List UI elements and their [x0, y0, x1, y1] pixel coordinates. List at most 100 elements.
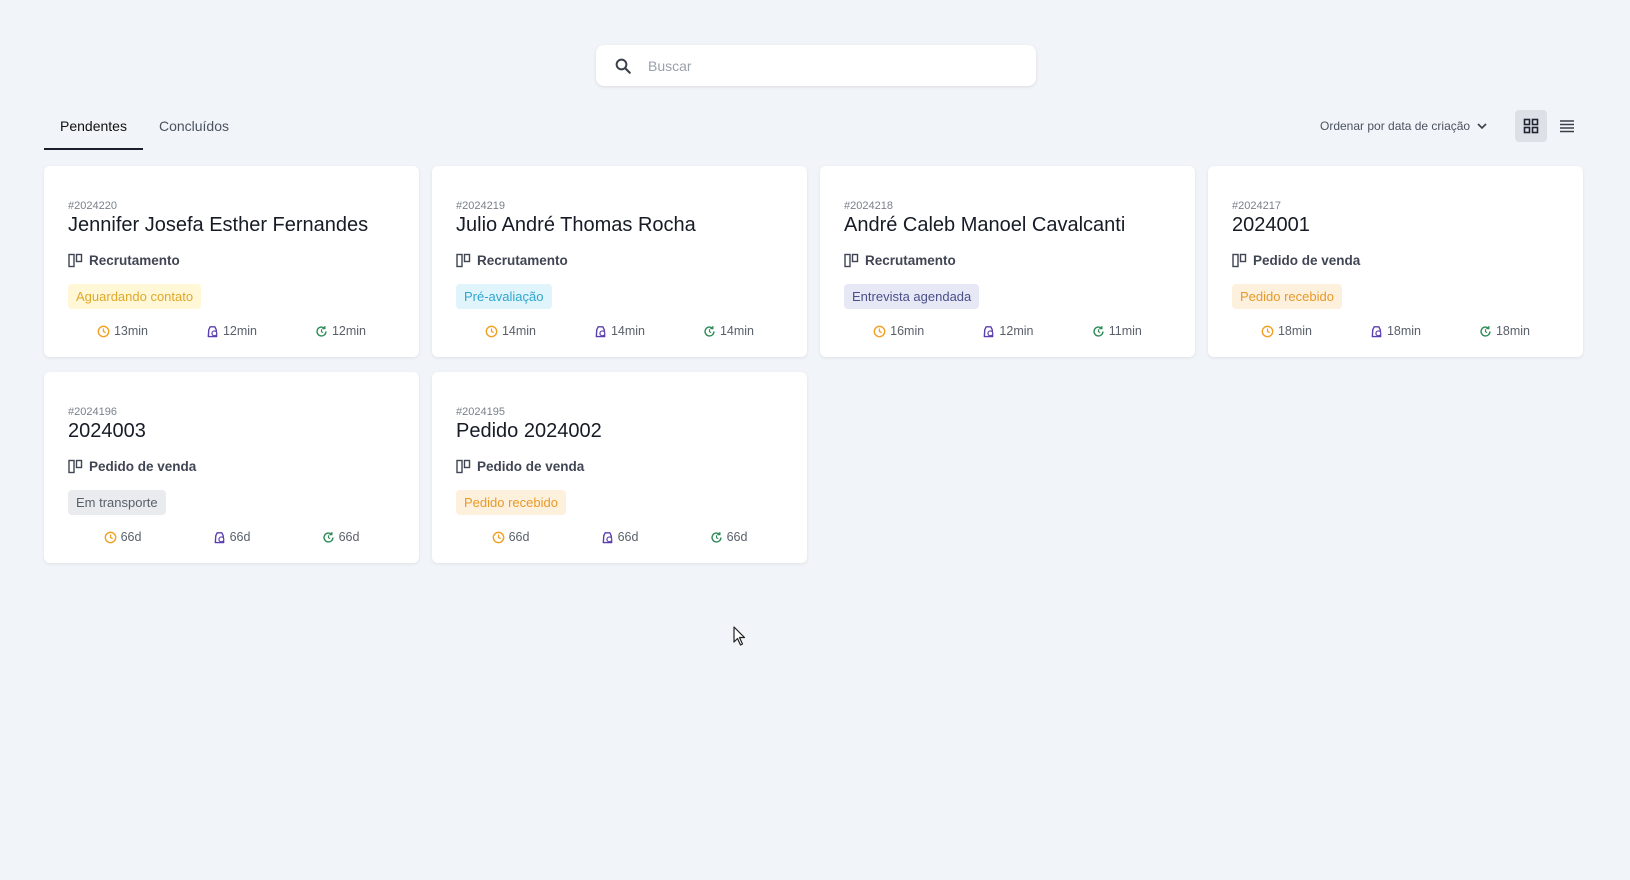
card-id: #2024220 — [68, 200, 117, 212]
time-value: 66d — [338, 530, 360, 544]
time-value: 14min — [610, 324, 646, 338]
tab-concluidos[interactable]: Concluídos — [143, 108, 245, 150]
time-value: 12min — [331, 324, 367, 338]
task-card[interactable]: #2024218 André Caleb Manoel Cavalcanti Rec… — [820, 166, 1195, 357]
clock-icon — [104, 531, 121, 544]
card-category: Pedido de venda — [68, 459, 196, 474]
card-metrics: 18min 18min 18min — [1232, 324, 1559, 338]
card-category: Recrutamento — [456, 253, 568, 268]
time-metric: 18min — [1479, 324, 1530, 338]
board-icon — [1232, 253, 1247, 268]
time-metric: 16min — [873, 324, 924, 338]
status-badge: Pedido recebido — [1232, 284, 1342, 309]
chevron-down-icon — [1476, 120, 1488, 132]
card-title: André Caleb Manoel Cavalcanti — [844, 214, 1126, 236]
time-value: 14min — [719, 324, 755, 338]
time-metric: 18min — [1370, 324, 1421, 338]
refresh-icon — [710, 531, 727, 544]
sort-label: Ordenar por data de criação — [1320, 119, 1471, 133]
card-metrics: 66d 66d 66d — [456, 530, 783, 544]
board-icon — [456, 253, 471, 268]
time-value: 18min — [1386, 324, 1422, 338]
clock-icon — [873, 325, 890, 338]
sort-dropdown[interactable]: Ordenar por data de criação — [1320, 115, 1488, 137]
search-input[interactable] — [648, 57, 1008, 74]
card-id: #2024218 — [844, 200, 893, 212]
task-card[interactable]: #2024217 2024001 Pedido de venda Pedido rec… — [1208, 166, 1583, 357]
time-metric: 12min — [315, 324, 366, 338]
card-id: #2024219 — [456, 200, 505, 212]
bag-clock-icon — [213, 531, 230, 544]
card-metrics: 66d 66d 66d — [68, 530, 395, 544]
bag-clock-icon — [982, 325, 999, 338]
card-title: 2024001 — [1232, 214, 1310, 236]
bag-clock-icon — [1370, 325, 1387, 338]
time-metric: 66d — [104, 530, 142, 544]
bag-clock-icon — [594, 325, 611, 338]
refresh-icon — [1092, 325, 1109, 338]
task-card[interactable]: #2024220 Jennifer Josefa Esther Fernandes… — [44, 166, 419, 357]
board-icon — [68, 253, 83, 268]
status-badge: Entrevista agendada — [844, 284, 980, 309]
card-category: Recrutamento — [68, 253, 180, 268]
time-value: 66d — [229, 530, 251, 544]
search-bar[interactable] — [596, 45, 1036, 86]
clock-icon — [485, 325, 502, 338]
card-metrics: 14min 14min 14min — [456, 324, 783, 338]
time-value: 14min — [501, 324, 537, 338]
bag-clock-icon — [601, 531, 618, 544]
time-value: 66d — [617, 530, 639, 544]
card-title: 2024003 — [68, 420, 146, 442]
list-icon — [1559, 119, 1575, 133]
tabs: Pendentes Concluídos — [44, 108, 245, 150]
mouse-cursor-icon — [733, 626, 747, 651]
refresh-icon — [1479, 325, 1496, 338]
time-metric: 14min — [594, 324, 645, 338]
time-value: 66d — [726, 530, 748, 544]
status-badge: Pré-avaliação — [456, 284, 552, 309]
board-icon — [68, 459, 83, 474]
category-label: Recrutamento — [865, 253, 956, 268]
card-title: Jennifer Josefa Esther Fernandes — [68, 214, 369, 236]
time-metric: 13min — [97, 324, 148, 338]
card-category: Recrutamento — [844, 253, 956, 268]
refresh-icon — [315, 325, 332, 338]
category-label: Pedido de venda — [1253, 253, 1361, 268]
task-card[interactable]: #2024196 2024003 Pedido de venda Em transpo… — [44, 372, 419, 563]
grid-icon — [1523, 118, 1539, 134]
time-value: 12min — [222, 324, 258, 338]
card-category: Pedido de venda — [456, 459, 584, 474]
status-badge: Pedido recebido — [456, 490, 566, 515]
time-metric: 66d — [492, 530, 529, 544]
card-id: #2024196 — [68, 406, 117, 418]
card-id: #2024195 — [456, 406, 505, 418]
task-card[interactable]: #2024195 Pedido 2024002 Pedido de venda Ped… — [432, 372, 807, 563]
category-label: Recrutamento — [477, 253, 568, 268]
time-metric: 14min — [485, 324, 536, 338]
card-id: #2024217 — [1232, 200, 1281, 212]
grid-view-button[interactable] — [1515, 110, 1547, 142]
time-metric: 12min — [206, 324, 257, 338]
category-label: Recrutamento — [89, 253, 180, 268]
time-metric: 66d — [213, 530, 251, 544]
board-icon — [844, 253, 859, 268]
time-metric: 14min — [703, 324, 754, 338]
tab-pendentes[interactable]: Pendentes — [44, 108, 143, 150]
card-metrics: 16min 12min 11min — [844, 324, 1171, 338]
card-metrics: 13min 12min 12min — [68, 324, 395, 338]
card-category: Pedido de venda — [1232, 253, 1360, 268]
board-icon — [456, 459, 471, 474]
time-value: 12min — [999, 324, 1034, 338]
time-metric: 66d — [322, 530, 360, 544]
time-value: 11min — [1108, 324, 1142, 338]
time-value: 66d — [120, 530, 142, 544]
time-value: 18min — [1277, 324, 1313, 338]
search-icon — [614, 55, 636, 77]
card-title: Pedido 2024002 — [456, 420, 602, 442]
bag-clock-icon — [206, 325, 223, 338]
list-view-button[interactable] — [1551, 110, 1583, 142]
card-title: Julio André Thomas Rocha — [456, 214, 696, 236]
time-metric: 12min — [982, 324, 1033, 338]
task-card[interactable]: #2024219 Julio André Thomas Rocha Recrutam… — [432, 166, 807, 357]
time-metric: 11min — [1092, 324, 1142, 338]
